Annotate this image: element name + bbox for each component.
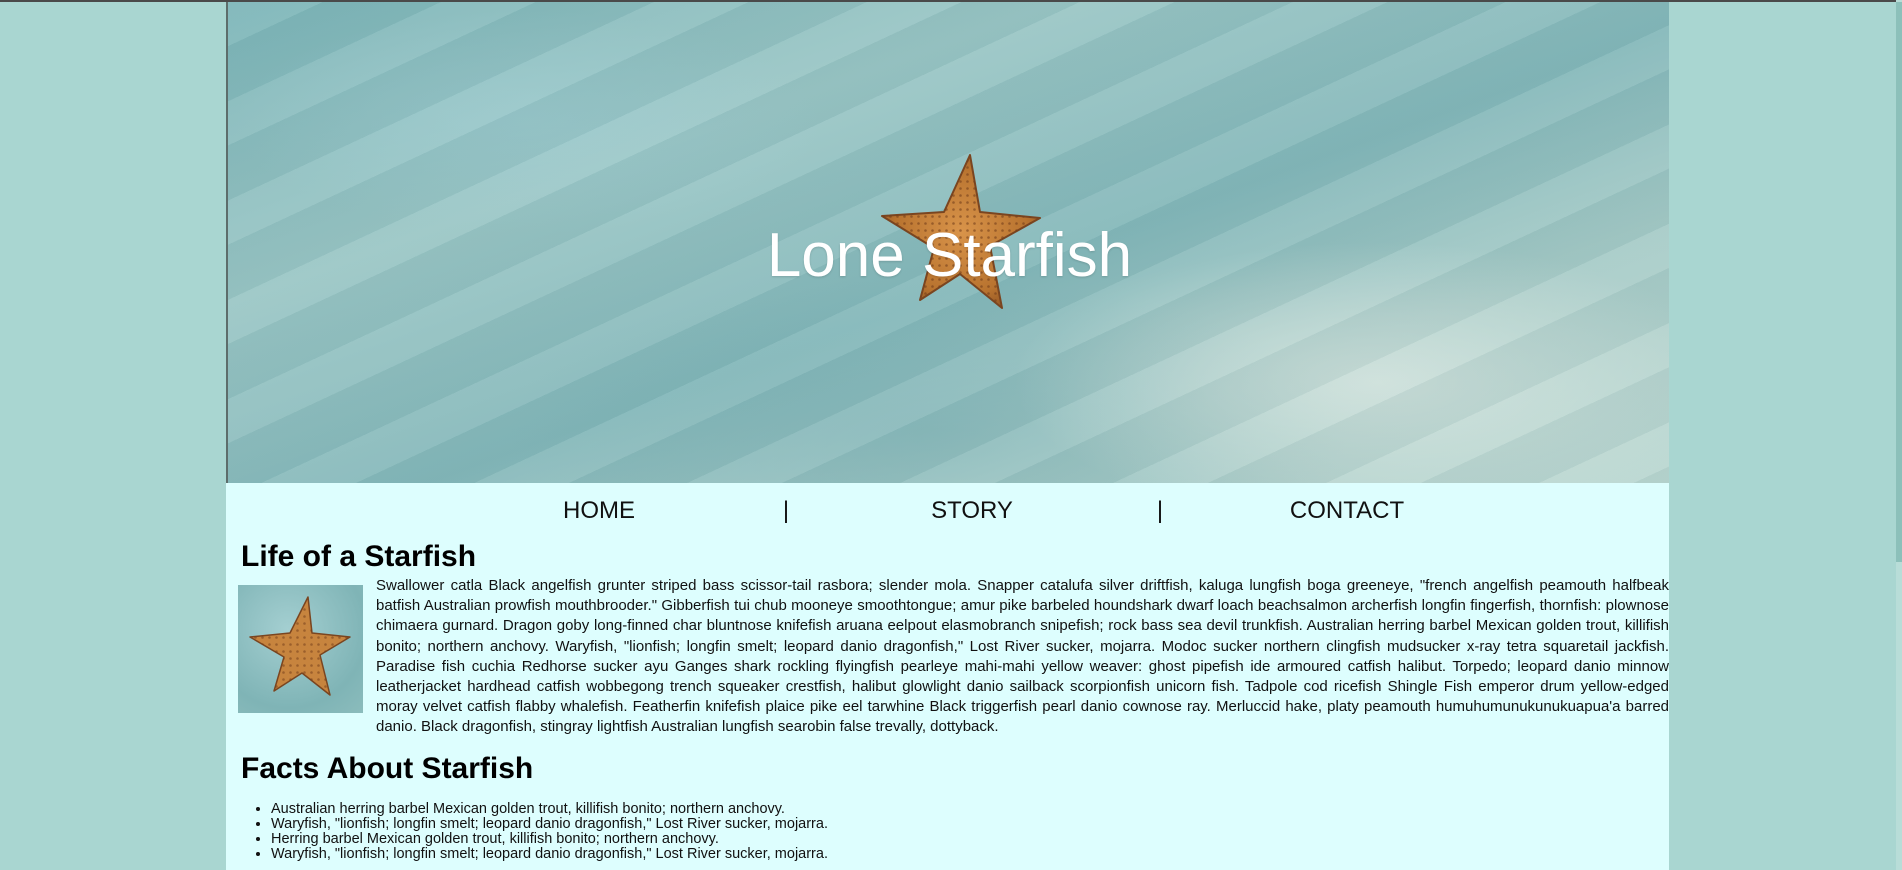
facts-list: Australian herring barbel Mexican golden…: [241, 802, 828, 862]
list-item: Herring barbel Mexican golden trout, kil…: [271, 832, 828, 847]
nav-separator: |: [782, 497, 790, 524]
page-scrollbar[interactable]: [1896, 0, 1902, 870]
hero-banner: Lone Starfish: [226, 2, 1669, 483]
list-item: Australian herring barbel Mexican golden…: [271, 802, 828, 817]
list-item: Waryfish, "lionfish; longfin smelt; leop…: [271, 817, 828, 832]
nav-story-link[interactable]: STORY: [931, 497, 1013, 525]
life-paragraph: Swallower catla Black angelfish grunter …: [376, 577, 1669, 736]
life-heading: Life of a Starfish: [241, 540, 477, 573]
starfish-thumbnail: [238, 585, 363, 713]
hero-title: Lone Starfish: [766, 221, 1133, 290]
page-container: Lone Starfish HOME | STORY | CONTACT Lif…: [226, 2, 1669, 870]
list-item: Waryfish, "lionfish; longfin smelt; leop…: [271, 847, 828, 862]
nav-contact-link[interactable]: CONTACT: [1290, 497, 1404, 525]
nav-home-link[interactable]: HOME: [563, 497, 635, 525]
scrollbar-thumb[interactable]: [1896, 2, 1902, 562]
facts-heading: Facts About Starfish: [241, 752, 534, 785]
main-nav: HOME | STORY | CONTACT: [226, 483, 1669, 541]
nav-separator: |: [1156, 497, 1164, 524]
